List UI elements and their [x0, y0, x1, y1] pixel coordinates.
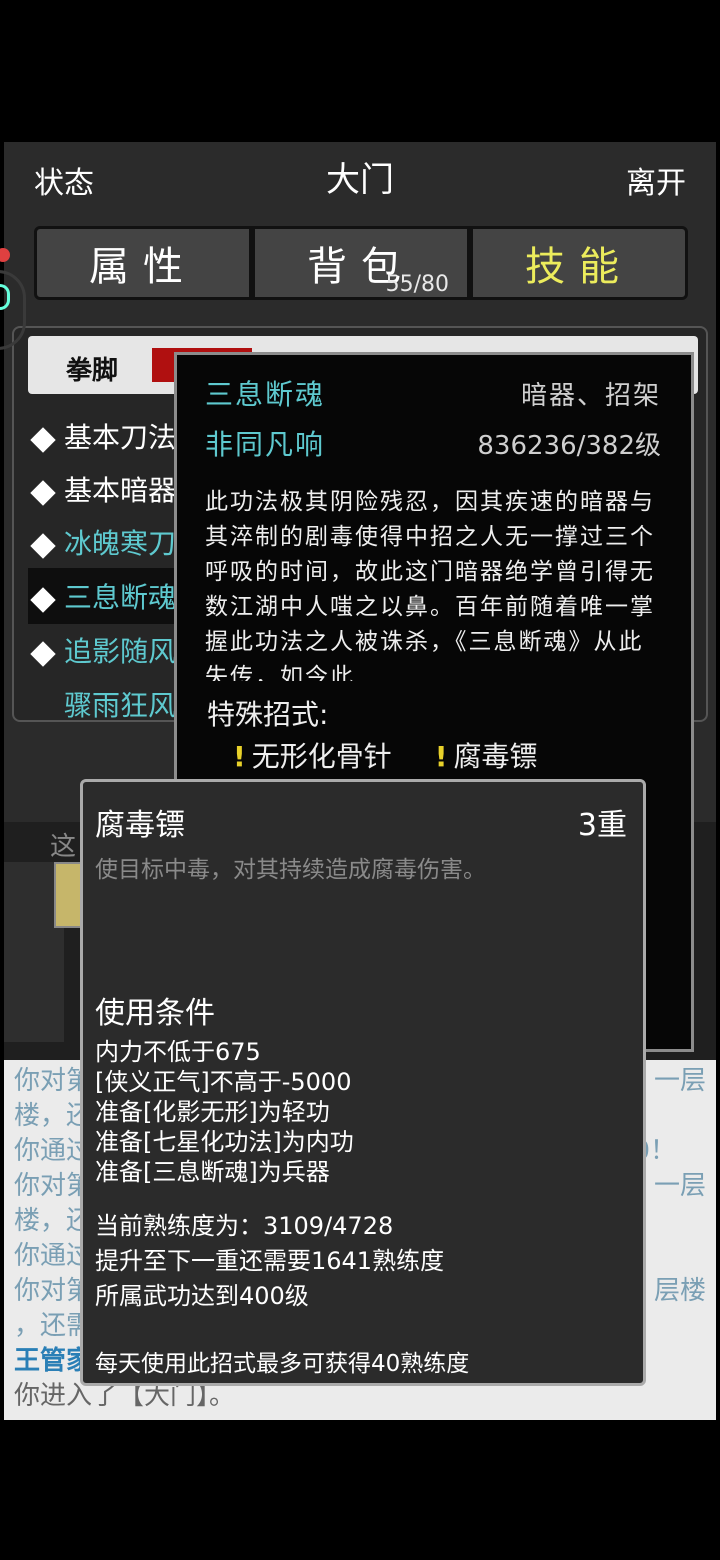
- diamond-icon: [30, 479, 56, 506]
- conditions-header: 使用条件: [95, 996, 215, 1031]
- special-move-label: 腐毒镖: [453, 740, 538, 773]
- skill-item[interactable]: 冰魄寒刀: [30, 522, 177, 562]
- scene-text: 这: [50, 832, 77, 862]
- skill-level: 836236/382级: [477, 431, 661, 461]
- special-moves-list: ! 无形化骨针 ! 腐毒镖: [233, 735, 538, 775]
- tab-label: 属性: [89, 244, 197, 290]
- special-move-label: 无形化骨针: [251, 740, 392, 773]
- skill-label: 三息断魂: [64, 581, 177, 614]
- skill-item[interactable]: 基本刀法: [30, 416, 177, 456]
- tab-skills[interactable]: 技能: [467, 229, 685, 297]
- move-name: 腐毒镖: [95, 808, 185, 843]
- top-bar: 状态 大门 离开: [4, 142, 716, 222]
- skill-item[interactable]: 追影随风: [30, 630, 177, 670]
- log-text: 一层: [653, 1171, 706, 1201]
- proficiency-needed: 提升至下一重还需要1641熟练度: [95, 1247, 445, 1275]
- skill-label: 冰魄寒刀: [64, 527, 177, 560]
- tab-backpack[interactable]: 背包 55/80: [249, 229, 467, 297]
- leave-button[interactable]: 离开: [626, 158, 686, 202]
- location-title: 大门: [326, 160, 394, 200]
- skill-label: 骤雨狂风: [64, 689, 177, 722]
- log-text: 层楼: [653, 1276, 706, 1306]
- condition-item: 准备[三息断魂]为兵器: [95, 1158, 330, 1186]
- diamond-icon: [30, 532, 56, 559]
- special-move-item[interactable]: ! 无形化骨针: [233, 740, 392, 773]
- backpack-count: 55/80: [385, 272, 449, 297]
- diamond-icon: [30, 426, 56, 453]
- move-description: 使目标中毒，对其持续造成腐毒伤害。: [95, 857, 486, 883]
- special-move-item[interactable]: ! 腐毒镖: [435, 740, 538, 773]
- diamond-icon: [30, 640, 56, 667]
- main-tabs: 属性 背包 55/80 技能: [34, 226, 688, 300]
- tab-label: 技能: [525, 244, 633, 290]
- exclamation-icon: !: [434, 740, 448, 773]
- skill-rank: 非同凡响: [205, 428, 326, 461]
- skill-label: 基本暗器: [64, 474, 177, 507]
- tab-attributes[interactable]: 属性: [37, 229, 249, 297]
- proficiency-requirement: 所属武功达到400级: [95, 1282, 309, 1310]
- daily-limit: 每天使用此招式最多可获得40熟练度: [95, 1351, 470, 1377]
- category-tab-fist[interactable]: 拳脚: [66, 350, 118, 387]
- diamond-icon: [30, 586, 56, 613]
- skill-item[interactable]: 骤雨狂风: [64, 684, 176, 724]
- skill-name: 三息断魂: [205, 378, 326, 411]
- skill-item[interactable]: 基本暗器: [30, 469, 177, 509]
- skill-label: 追影随风: [64, 635, 177, 668]
- proficiency-current: 当前熟练度为：3109/4728: [95, 1212, 394, 1240]
- skill-types: 暗器、招架: [520, 381, 661, 411]
- special-moves-header: 特殊招式:: [207, 698, 329, 731]
- skill-item-selected[interactable]: 三息断魂: [28, 568, 198, 624]
- skill-description: 此功法极其阴险残忍，因其疾速的暗器与其淬制的剧毒使得中招之人无一撑过三个呼吸的时…: [205, 489, 655, 681]
- move-level: 3重: [577, 808, 627, 843]
- skill-label: 基本刀法: [64, 421, 177, 454]
- move-detail-popup: 腐毒镖 3重 使目标中毒，对其持续造成腐毒伤害。 使用条件 内力不低于675 […: [80, 779, 646, 1386]
- exclamation-icon: !: [233, 740, 246, 773]
- log-text: 一层: [653, 1066, 706, 1096]
